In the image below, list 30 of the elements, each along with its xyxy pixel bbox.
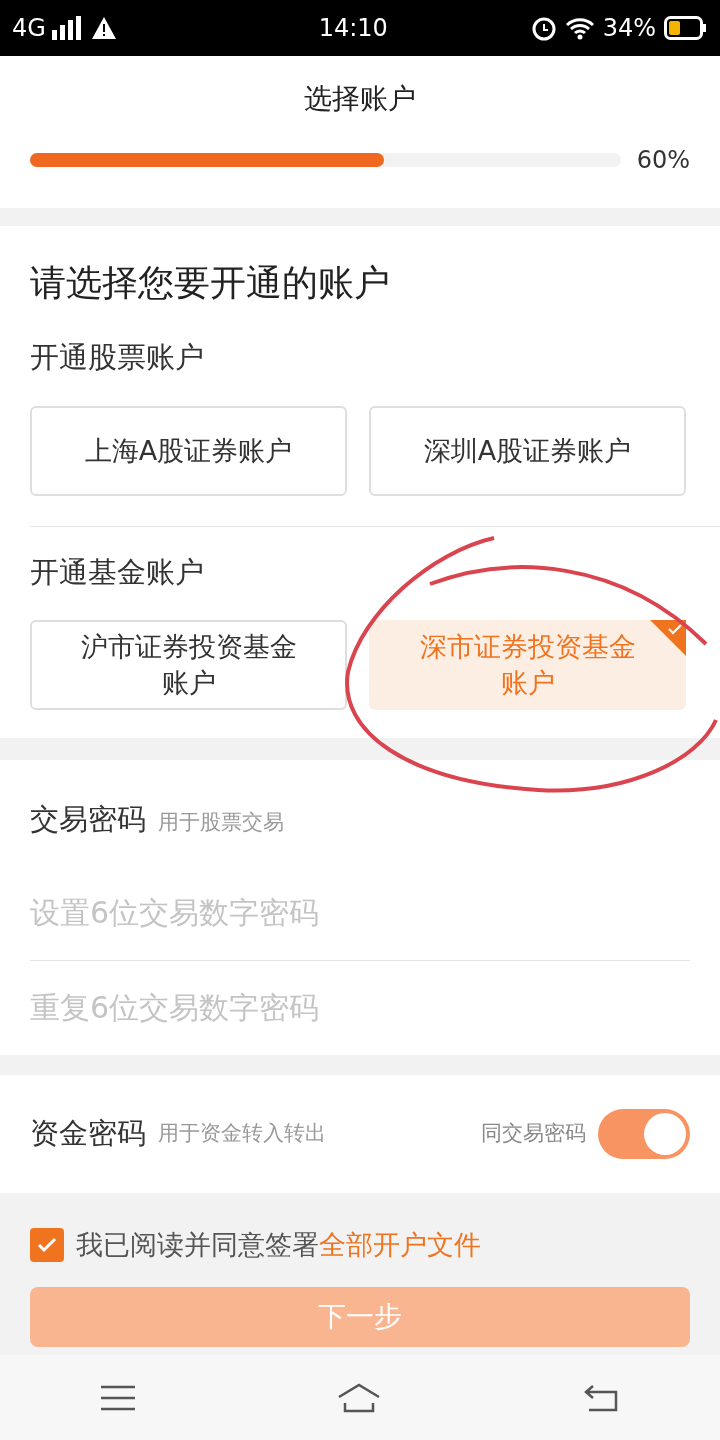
agreement-text: 我已阅读并同意签署全部开户文件 [76,1227,481,1262]
group-label: 开通股票账户 [30,339,205,376]
password-field[interactable]: 重复6位交易数字密码 [0,960,720,1055]
signal-icon [49,16,84,40]
battery-icon [664,16,708,40]
trade-password-hint: 用于股票交易 [158,809,284,836]
trade-password-label: 交易密码 [30,801,146,838]
password-field[interactable]: 设置6位交易数字密码 [0,865,720,960]
wifi-icon [564,16,595,40]
home-icon[interactable] [337,1382,381,1413]
account-option[interactable]: 沪市证券投资基金账户 [30,620,347,710]
network-label: 4G [12,13,46,44]
back-icon[interactable] [583,1383,619,1412]
fund-password-label: 资金密码 [30,1114,146,1152]
account-option[interactable]: 上海A股证券账户 [30,405,347,496]
page-title: 选择账户 [303,81,417,117]
menu-icon[interactable] [101,1384,135,1411]
section-title: 请选择您要开通的账户 [30,261,391,305]
agreement-checkbox[interactable] [30,1227,64,1262]
account-option[interactable]: 深圳A股证券账户 [369,405,686,496]
alarm-icon [530,15,557,41]
fund-password-hint: 用于资金转入转出 [158,1119,327,1147]
battery-percent: 34% [602,13,656,44]
warning-icon [91,17,116,39]
toggle-label: 同交易密码 [481,1119,586,1147]
group-label: 开通基金账户 [30,553,205,591]
progress-reading: 60% [636,145,690,176]
check-corner-icon [650,620,686,656]
clock-time: 14:10 [317,13,389,44]
toggle-switch[interactable] [598,1108,690,1159]
